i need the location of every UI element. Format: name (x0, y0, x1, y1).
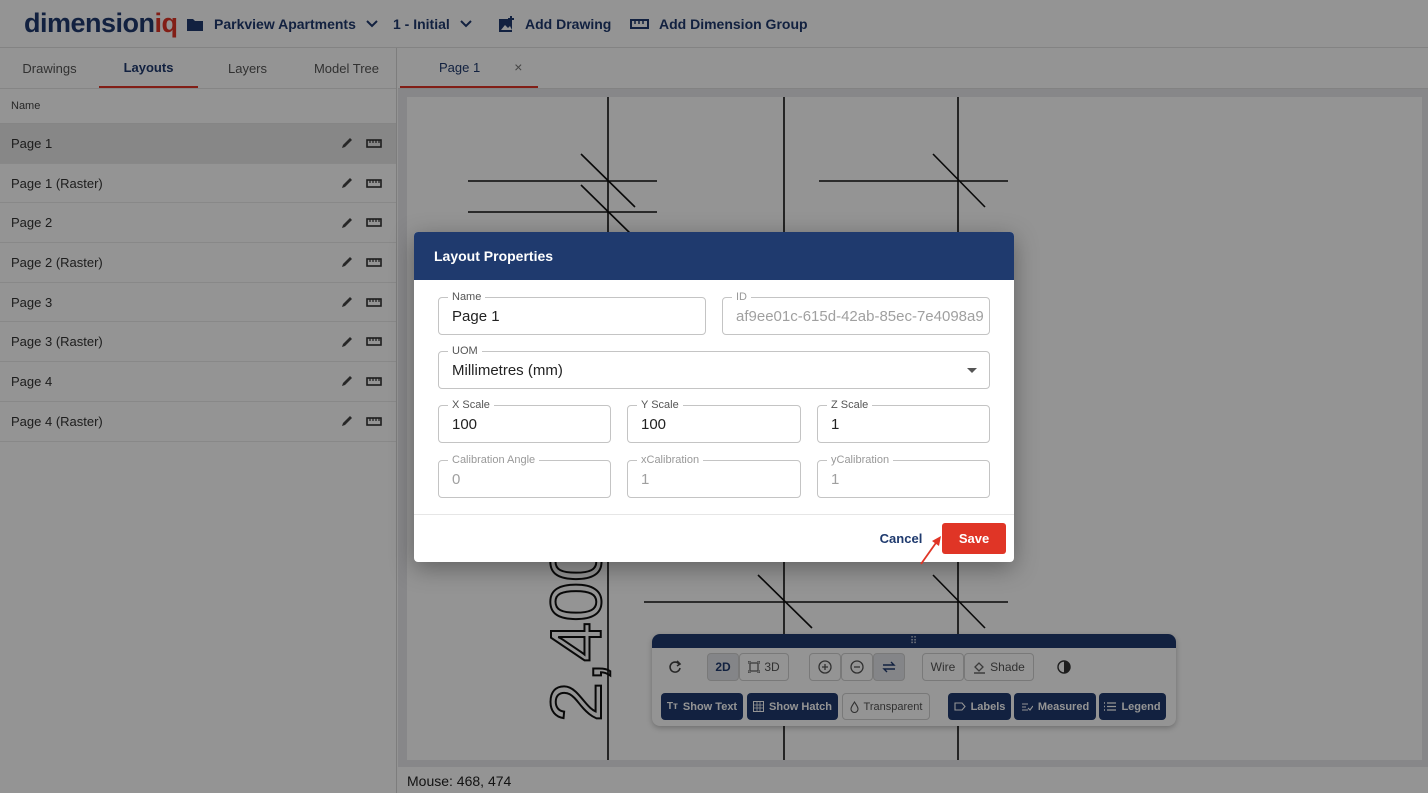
name-field[interactable]: Name Page 1 (438, 290, 706, 335)
dialog-title: Layout Properties (414, 232, 1014, 280)
dropdown-arrow-icon (967, 368, 977, 373)
y-scale-field[interactable]: Y Scale 100 (627, 398, 801, 443)
x-scale-field[interactable]: X Scale 100 (438, 398, 611, 443)
z-scale-field[interactable]: Z Scale 1 (817, 398, 990, 443)
x-calibration-field: xCalibration 1 (627, 453, 801, 498)
layout-properties-dialog: Layout Properties Name Page 1 ID af9ee01… (414, 232, 1014, 562)
uom-select[interactable]: UOM Millimetres (mm) (438, 344, 990, 389)
y-calibration-field: yCalibration 1 (817, 453, 990, 498)
annotation-arrow-icon (920, 536, 941, 565)
calibration-angle-field: Calibration Angle 0 (438, 453, 611, 498)
id-field: ID af9ee01c-615d-42ab-85ec-7e4098a9 (722, 290, 990, 335)
save-button[interactable]: Save (942, 523, 1006, 554)
